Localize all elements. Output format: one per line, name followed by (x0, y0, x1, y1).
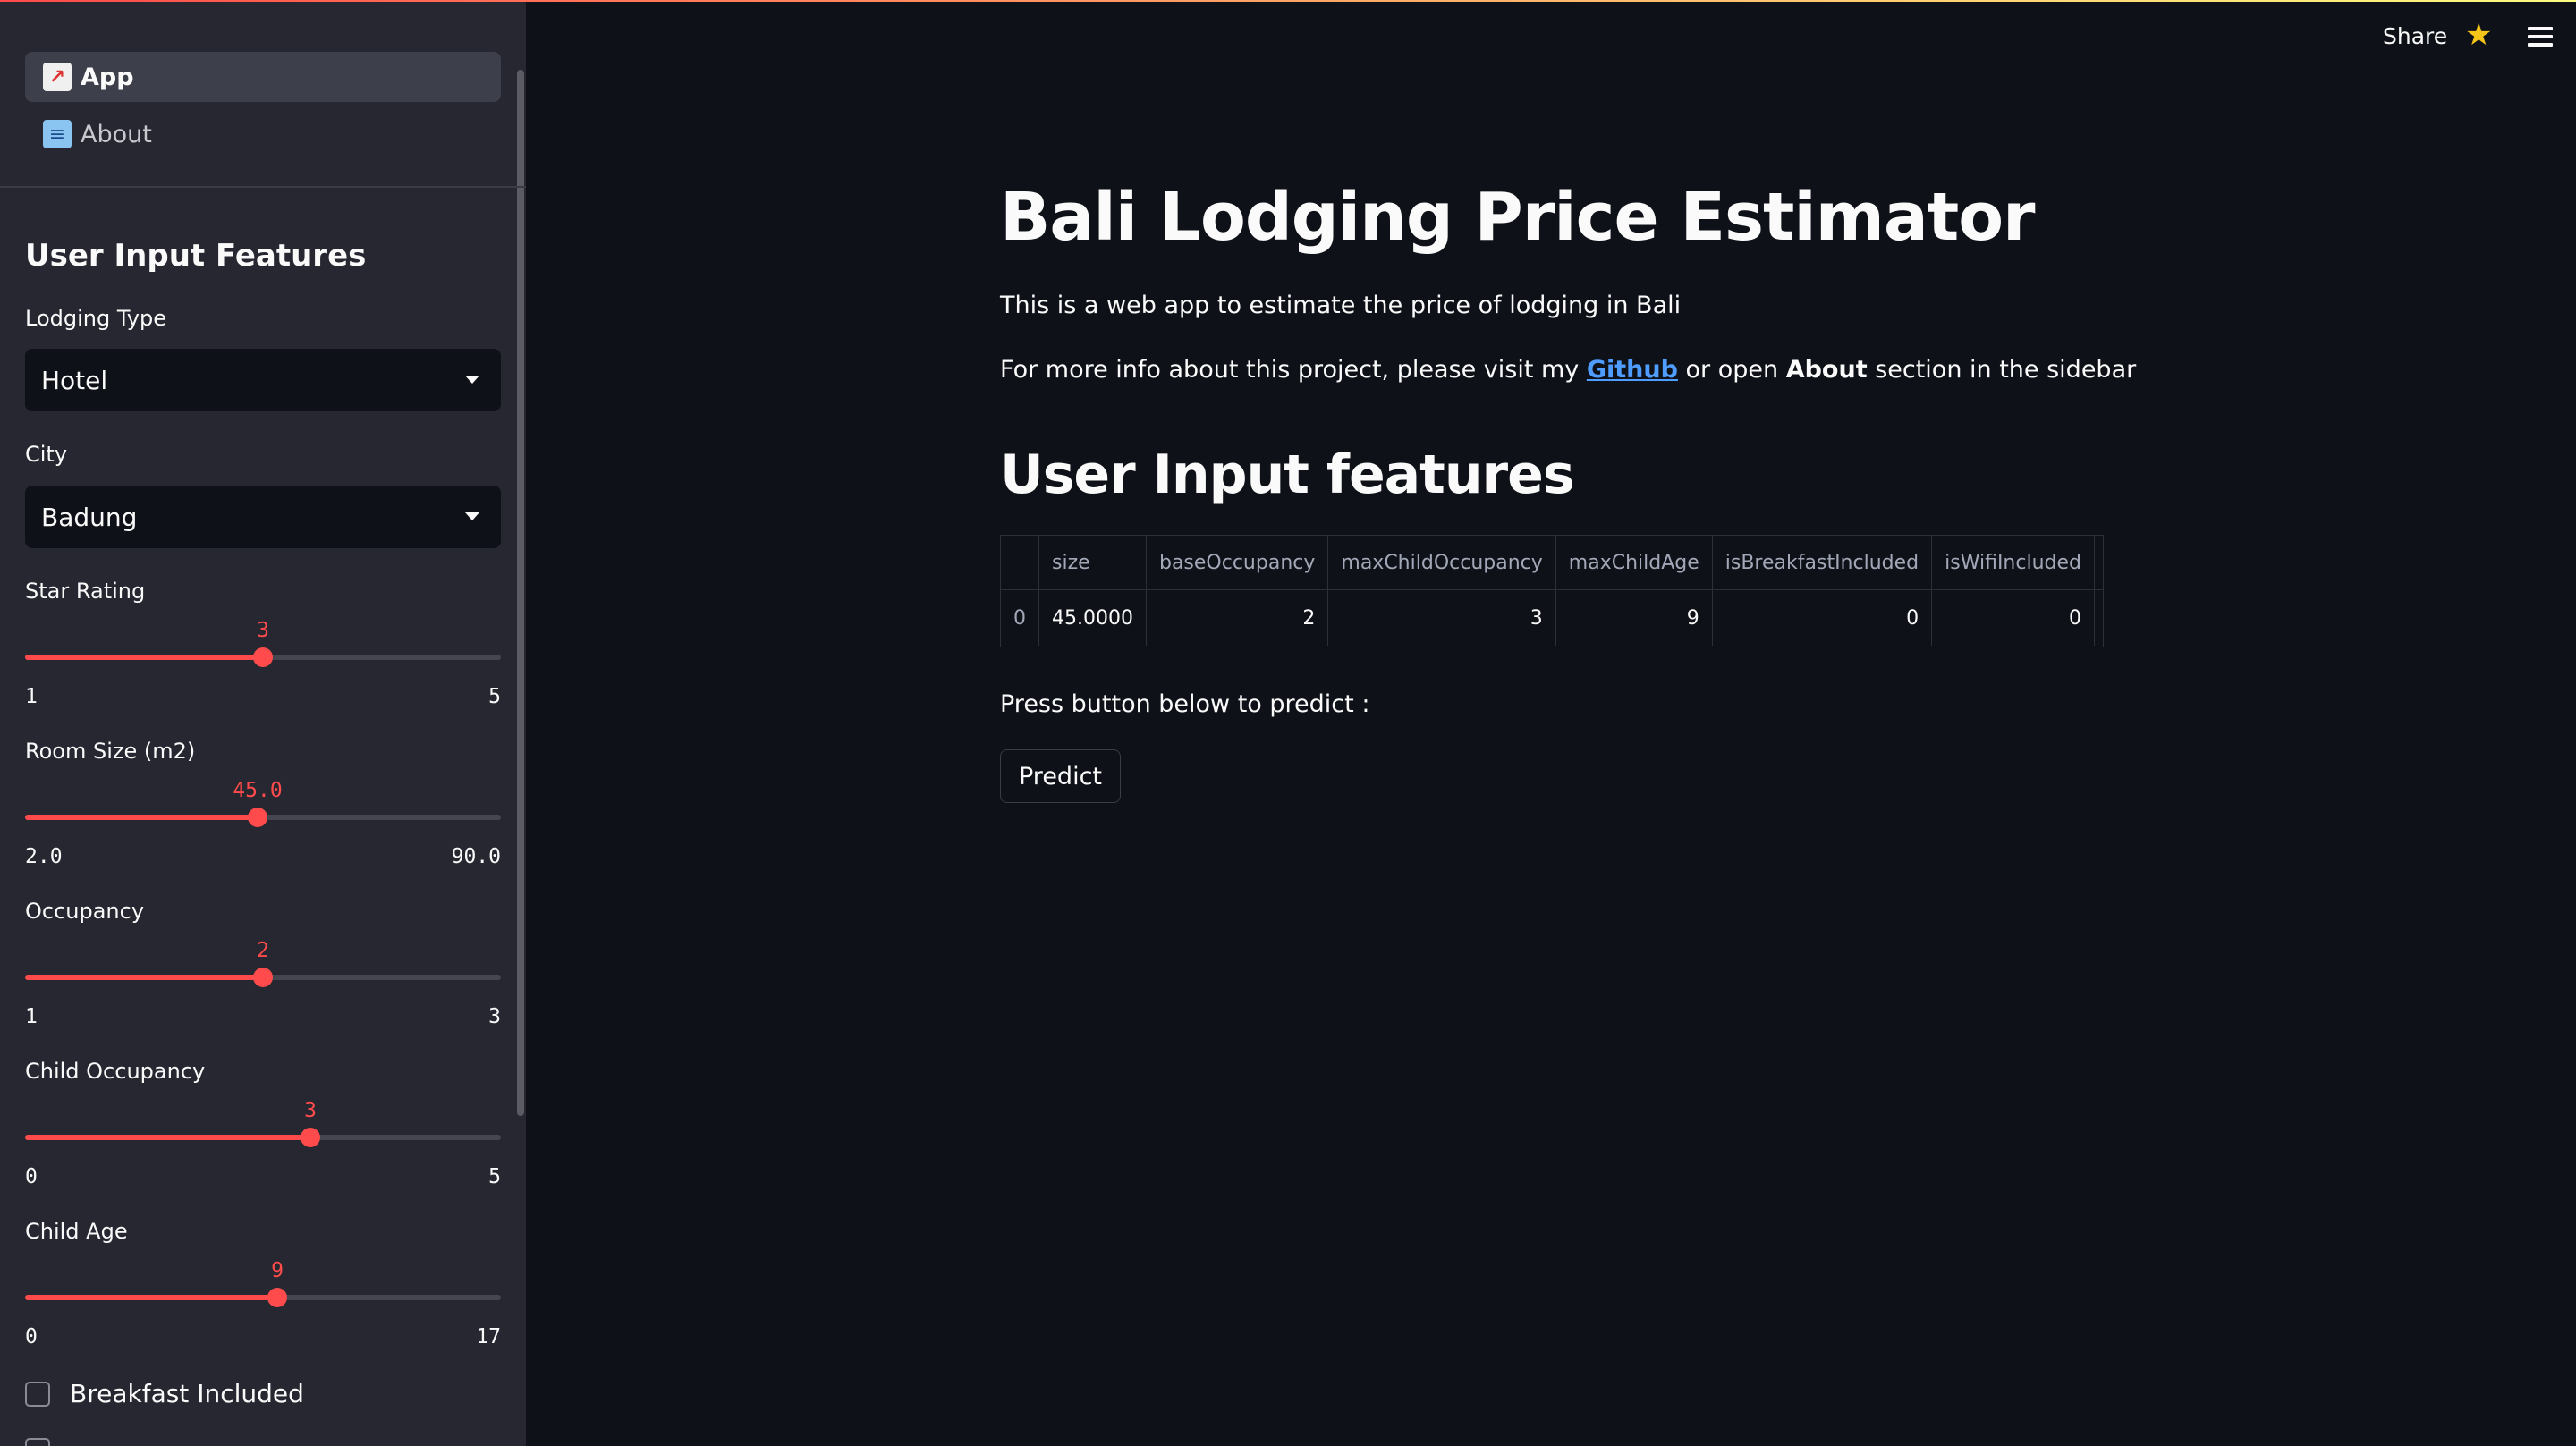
breakfast-included-label: Breakfast Included (70, 1379, 304, 1408)
caret-down-icon (465, 512, 479, 520)
slider-max-value: 17 (476, 1325, 501, 1349)
info-text: For more info about this project, please… (1000, 356, 2136, 384)
info-prefix: For more info about this project, please… (1000, 356, 1587, 384)
lodging-type-label: Lodging Type (25, 306, 166, 331)
slider-fill (25, 1135, 310, 1140)
table-cell: 9 (1555, 589, 1713, 646)
child-occupancy-label: Child Occupancy (25, 1059, 206, 1084)
nav-item-label: App (80, 63, 134, 91)
sidebar-nav-divider (0, 186, 526, 188)
table-header-cell[interactable]: isWifiIncluded (1931, 536, 2095, 590)
occupancy-label: Occupancy (25, 899, 145, 924)
city-select[interactable]: Badung (25, 486, 501, 548)
sidebar-scrollbar[interactable] (517, 70, 524, 1116)
info-about-bold: About (1785, 356, 1868, 384)
breakfast-included-checkbox-row[interactable]: Breakfast Included (25, 1379, 304, 1408)
slider-current-value: 45.0 (233, 779, 283, 802)
top-decoration-bar (0, 0, 2576, 2)
slider-min-value: 1 (25, 685, 38, 708)
slider-max-value: 90.0 (451, 845, 501, 868)
slider-thumb[interactable] (248, 808, 267, 827)
slider-fill (25, 815, 258, 820)
slider-thumb[interactable] (267, 1288, 287, 1307)
predict-button[interactable]: Predict (1000, 749, 1121, 803)
lodging-type-value: Hotel (41, 365, 108, 395)
slider-thumb[interactable] (301, 1128, 320, 1147)
slider-max-value: 5 (488, 685, 501, 708)
table-header-cell[interactable]: baseOccupancy (1146, 536, 1329, 590)
table-header-cell[interactable]: maxChildOccupancy (1327, 536, 1556, 590)
table-header-cell[interactable]: isBreakfastIncluded (1712, 536, 1933, 590)
city-value: Badung (41, 502, 138, 532)
table-header-cell[interactable]: isRef (2094, 536, 2103, 590)
slider-min-value: 1 (25, 1005, 38, 1028)
features-dataframe[interactable]: size baseOccupancy maxChildOccupancy max… (1000, 535, 2104, 647)
room-size-slider[interactable]: 45.0 2.0 90.0 (25, 779, 501, 868)
slider-thumb[interactable] (253, 968, 273, 987)
table-row: 0 45.0000 2 3 9 0 0 (1001, 589, 2104, 647)
github-link[interactable]: Github (1587, 356, 1678, 384)
city-label: City (25, 442, 68, 467)
info-suffix: section in the sidebar (1867, 356, 2137, 384)
table-cell (2095, 590, 2104, 647)
open-book-icon: ≡ (43, 120, 72, 148)
next-checkbox-partial[interactable] (25, 1438, 50, 1446)
table-header-cell[interactable]: size (1038, 536, 1147, 590)
sidebar: ↗ App ≡ About User Input Features Lodgin… (0, 0, 526, 1446)
breakfast-included-checkbox[interactable] (25, 1381, 50, 1407)
table-cell: 3 (1327, 589, 1556, 646)
lodging-type-select[interactable]: Hotel (25, 349, 501, 411)
features-heading: User Input features (1000, 444, 1575, 506)
star-icon[interactable]: ★ (2465, 20, 2492, 50)
slider-thumb[interactable] (253, 647, 273, 667)
slider-min-value: 0 (25, 1165, 38, 1188)
star-rating-label: Star Rating (25, 579, 146, 604)
table-header-cell[interactable]: maxChildAge (1555, 536, 1713, 590)
nav-item-app[interactable]: ↗ App (25, 52, 501, 102)
slider-min-value: 2.0 (25, 845, 63, 868)
slider-current-value: 2 (257, 939, 269, 962)
star-rating-slider[interactable]: 3 1 5 (25, 619, 501, 708)
slider-fill (25, 975, 263, 980)
intro-text: This is a web app to estimate the price … (1000, 292, 1682, 319)
slider-current-value: 3 (304, 1099, 317, 1122)
predict-prompt: Press button below to predict : (1000, 690, 1370, 718)
table-header-row: size baseOccupancy maxChildOccupancy max… (1001, 536, 2103, 590)
child-age-label: Child Age (25, 1219, 128, 1244)
table-cell: 2 (1146, 589, 1329, 646)
child-age-slider[interactable]: 9 0 17 (25, 1259, 501, 1349)
slider-min-value: 0 (25, 1325, 38, 1349)
caret-down-icon (465, 376, 479, 384)
page-title: Bali Lodging Price Estimator (1000, 179, 2036, 256)
child-occupancy-slider[interactable]: 3 0 5 (25, 1099, 501, 1188)
slider-max-value: 5 (488, 1165, 501, 1188)
slider-current-value: 9 (271, 1259, 284, 1282)
hamburger-menu-icon[interactable] (2528, 27, 2553, 51)
occupancy-slider[interactable]: 2 1 3 (25, 939, 501, 1028)
table-cell: 0 (1712, 589, 1933, 646)
sidebar-title: User Input Features (25, 238, 367, 274)
slider-max-value: 3 (488, 1005, 501, 1028)
chart-increasing-icon: ↗ (43, 63, 72, 91)
info-mid: or open (1677, 356, 1786, 384)
slider-fill (25, 655, 263, 660)
table-index-cell: 0 (1001, 589, 1039, 646)
slider-current-value: 3 (257, 619, 269, 642)
table-cell: 0 (1931, 589, 2095, 646)
room-size-label: Room Size (m2) (25, 739, 196, 764)
table-header-cell[interactable] (1001, 536, 1039, 590)
table-cell: 45.0000 (1038, 589, 1147, 646)
nav-item-label: About (80, 120, 152, 148)
share-button[interactable]: Share (2383, 23, 2447, 49)
nav-item-about[interactable]: ≡ About (25, 109, 501, 159)
slider-fill (25, 1295, 277, 1300)
